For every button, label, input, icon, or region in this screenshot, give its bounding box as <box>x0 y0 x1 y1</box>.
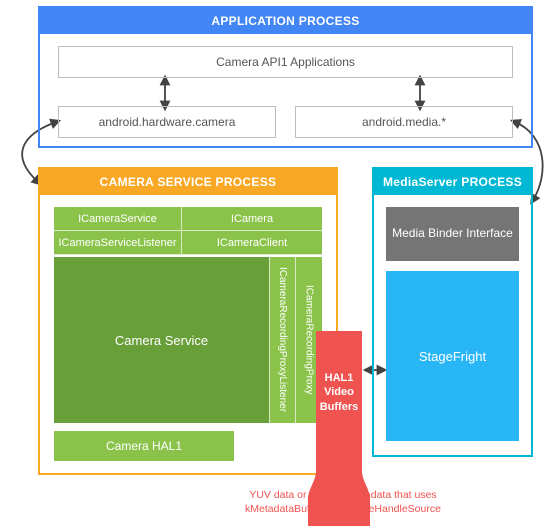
icamerarecordingproxylistener: ICameraRecordingProxyListener <box>270 257 296 423</box>
icameraservice: ICameraService <box>54 207 182 231</box>
hal1-buffers-label-l2: Video <box>308 385 370 399</box>
icameraservicelistener: ICameraServiceListener <box>54 231 182 255</box>
camera-hal1: Camera HAL1 <box>54 431 234 461</box>
camera-service: Camera Service <box>54 257 270 423</box>
diagram-canvas: APPLICATION PROCESS Camera API1 Applicat… <box>0 0 546 532</box>
application-process-body: Camera API1 Applications android.hardwar… <box>40 34 531 144</box>
application-process: APPLICATION PROCESS Camera API1 Applicat… <box>38 6 533 148</box>
camera-service-process: CAMERA SERVICE PROCESS ICameraService IC… <box>38 167 338 475</box>
icamera: ICamera <box>182 207 322 231</box>
camera-service-main: Camera Service ICameraRecordingProxyList… <box>54 257 322 423</box>
stagefright: StageFright <box>386 271 519 441</box>
media-binder-interface: Media Binder Interface <box>386 207 519 261</box>
hal1-buffers-label-l1: HAL1 <box>308 371 370 385</box>
hal1-buffers-caption: YUV data or opaque metadata that uses kM… <box>200 488 486 516</box>
mediaserver-process: MediaServer PROCESS Media Binder Interfa… <box>372 167 533 457</box>
application-process-header: APPLICATION PROCESS <box>40 8 531 34</box>
camera-api1-applications: Camera API1 Applications <box>58 46 513 78</box>
android-hardware-camera: android.hardware.camera <box>58 106 276 138</box>
camera-service-process-body: ICameraService ICamera ICameraServiceLis… <box>40 195 336 471</box>
camera-service-process-header: CAMERA SERVICE PROCESS <box>40 169 336 195</box>
icameraclient: ICameraClient <box>182 231 322 255</box>
hal1-buffers-label-l3: Buffers <box>308 400 370 414</box>
mediaserver-process-header: MediaServer PROCESS <box>374 169 531 195</box>
android-media-star: android.media.* <box>295 106 513 138</box>
camera-service-interfaces: ICameraService ICamera ICameraServiceLis… <box>54 207 322 255</box>
mediaserver-process-body: Media Binder Interface StageFright <box>374 195 531 453</box>
hal1-buffers-label: HAL1 Video Buffers <box>308 371 370 414</box>
